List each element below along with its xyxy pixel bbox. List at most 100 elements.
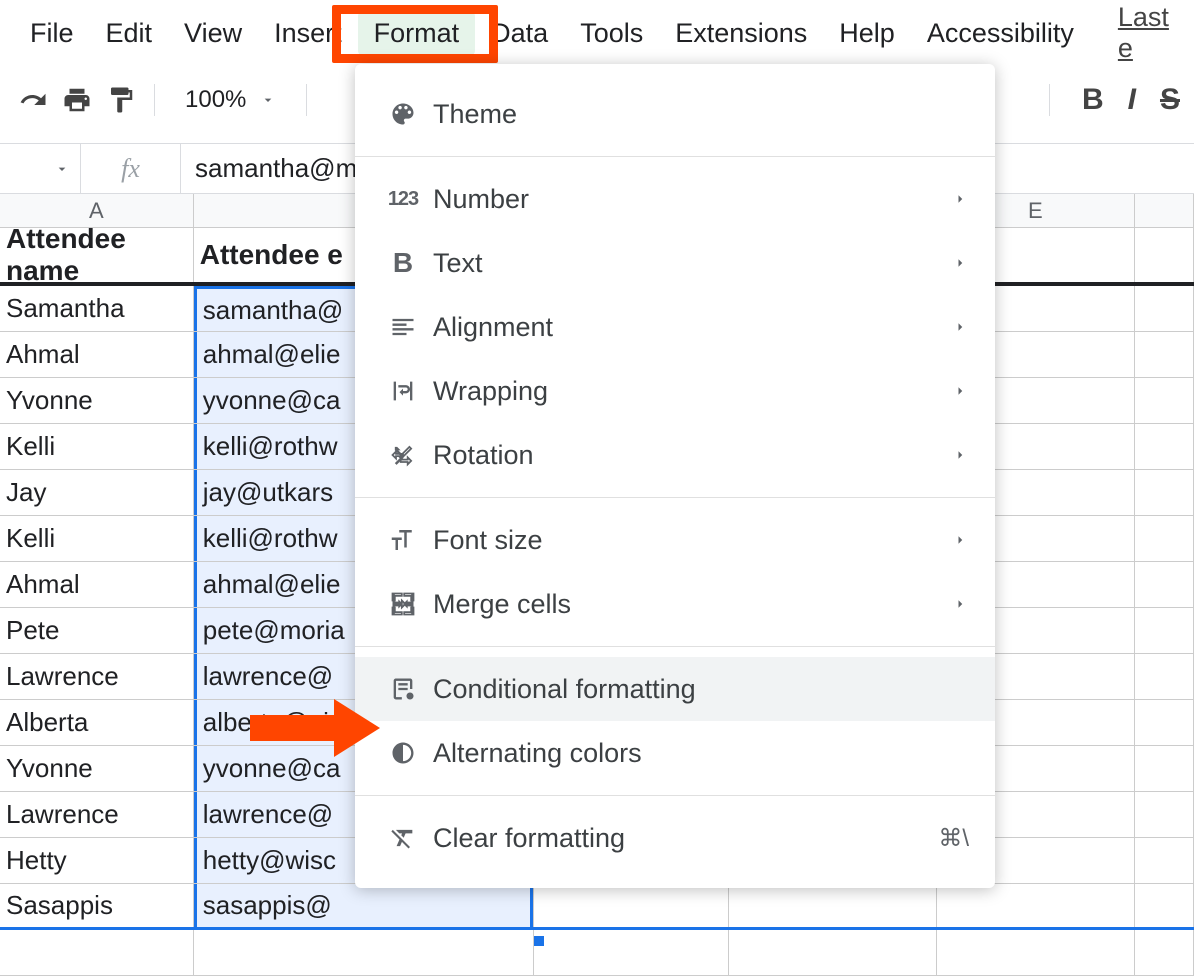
chevron-right-icon [951, 589, 969, 620]
clear-formatting-icon [381, 816, 425, 860]
chevron-right-icon [951, 312, 969, 343]
menu-item-theme[interactable]: Theme [355, 82, 995, 146]
keyboard-shortcut: ⌘\ [938, 824, 969, 853]
cell[interactable]: Pete [0, 608, 194, 653]
chevron-right-icon [951, 376, 969, 407]
last-edit-link[interactable]: Last e [1102, 0, 1185, 70]
cell[interactable] [1135, 608, 1194, 653]
menu-extensions[interactable]: Extensions [659, 12, 823, 55]
cell[interactable] [937, 884, 1135, 927]
cell[interactable]: Kelli [0, 516, 194, 561]
cell[interactable] [729, 930, 937, 975]
cell[interactable]: Sasappis [0, 884, 194, 927]
cell[interactable] [534, 884, 730, 927]
cell[interactable] [1135, 516, 1194, 561]
cell[interactable] [1135, 332, 1194, 377]
rotation-icon [381, 433, 425, 477]
menu-item-label: Alternating colors [433, 738, 969, 769]
menu-item-label: Conditional formatting [433, 674, 969, 705]
menu-item-label: Font size [433, 525, 951, 556]
cell[interactable]: Kelli [0, 424, 194, 469]
chevron-right-icon [951, 248, 969, 279]
cell[interactable] [194, 930, 534, 975]
italic-button[interactable]: I [1128, 83, 1136, 117]
zoom-value: 100% [185, 86, 246, 114]
paint-format-icon[interactable] [102, 81, 140, 119]
menu-view[interactable]: View [168, 12, 258, 55]
menu-item-alternating-colors[interactable]: Alternating colors [355, 721, 995, 785]
menu-item-font-size[interactable]: Font size [355, 508, 995, 572]
cell[interactable] [0, 930, 194, 975]
cell[interactable] [1135, 930, 1194, 975]
strikethrough-button[interactable]: S [1160, 83, 1180, 117]
bold-button[interactable]: B [1082, 83, 1104, 117]
menu-separator [355, 497, 995, 498]
cell[interactable] [1135, 562, 1194, 607]
header-cell[interactable] [1135, 228, 1194, 282]
cell[interactable] [1135, 378, 1194, 423]
table-row: Sasappissasappis@ [0, 884, 1194, 930]
menu-item-rotation[interactable]: Rotation [355, 423, 995, 487]
menu-accessibility[interactable]: Accessibility [911, 12, 1090, 55]
cell[interactable] [937, 930, 1135, 975]
cell[interactable] [1135, 884, 1194, 927]
alignment-icon [381, 305, 425, 349]
cell[interactable] [1135, 286, 1194, 331]
cell[interactable] [1135, 424, 1194, 469]
header-attendee-name[interactable]: Attendee name [0, 228, 194, 282]
cell[interactable]: Hetty [0, 838, 194, 883]
cell[interactable]: Alberta [0, 700, 194, 745]
menu-tools[interactable]: Tools [564, 12, 659, 55]
menu-item-alignment[interactable]: Alignment [355, 295, 995, 359]
cell-selected[interactable]: sasappis@ [194, 884, 534, 927]
col-header-f[interactable] [1135, 194, 1194, 227]
menu-item-label: Merge cells [433, 589, 951, 620]
chevron-down-icon [260, 92, 276, 108]
cell[interactable] [1135, 792, 1194, 837]
cell[interactable] [1135, 470, 1194, 515]
cell[interactable] [729, 884, 937, 927]
cell[interactable]: Ahmal [0, 332, 194, 377]
menu-format[interactable]: Format [358, 12, 476, 55]
cell[interactable] [534, 930, 730, 975]
cell[interactable]: Jay [0, 470, 194, 515]
cell[interactable]: Samantha [0, 286, 194, 331]
palette-icon [381, 92, 425, 136]
zoom-dropdown[interactable]: 100% [169, 80, 292, 120]
font-size-icon [381, 518, 425, 562]
menu-item-label: Rotation [433, 440, 951, 471]
menu-item-clear-formatting[interactable]: Clear formatting ⌘\ [355, 806, 995, 870]
menu-insert[interactable]: Insert [258, 12, 358, 55]
menu-data[interactable]: Data [475, 12, 564, 55]
name-box-dropdown[interactable] [0, 161, 80, 177]
cell[interactable] [1135, 746, 1194, 791]
menu-separator [355, 795, 995, 796]
cell[interactable] [1135, 654, 1194, 699]
menu-item-text[interactable]: B Text [355, 231, 995, 295]
menu-item-merge-cells[interactable]: Merge cells [355, 572, 995, 636]
print-icon[interactable] [58, 81, 96, 119]
menu-item-label: Clear formatting [433, 823, 938, 854]
cell[interactable]: Yvonne [0, 378, 194, 423]
cell[interactable]: Ahmal [0, 562, 194, 607]
fx-label: fx [80, 144, 180, 193]
cell[interactable] [1135, 700, 1194, 745]
selection-handle[interactable] [534, 936, 544, 946]
chevron-down-icon [54, 161, 70, 177]
redo-icon[interactable] [14, 81, 52, 119]
cell[interactable]: Yvonne [0, 746, 194, 791]
menu-help[interactable]: Help [823, 12, 911, 55]
cell[interactable]: Lawrence [0, 654, 194, 699]
menu-separator [355, 156, 995, 157]
merge-cells-icon [381, 582, 425, 626]
menu-file[interactable]: File [14, 12, 90, 55]
menu-item-number[interactable]: 123 Number [355, 167, 995, 231]
cell[interactable] [1135, 838, 1194, 883]
menu-item-wrapping[interactable]: Wrapping [355, 359, 995, 423]
menu-edit[interactable]: Edit [90, 12, 169, 55]
menu-item-label: Number [433, 184, 951, 215]
menu-item-conditional-formatting[interactable]: Conditional formatting [355, 657, 995, 721]
chevron-right-icon [951, 184, 969, 215]
chevron-right-icon [951, 525, 969, 556]
cell[interactable]: Lawrence [0, 792, 194, 837]
